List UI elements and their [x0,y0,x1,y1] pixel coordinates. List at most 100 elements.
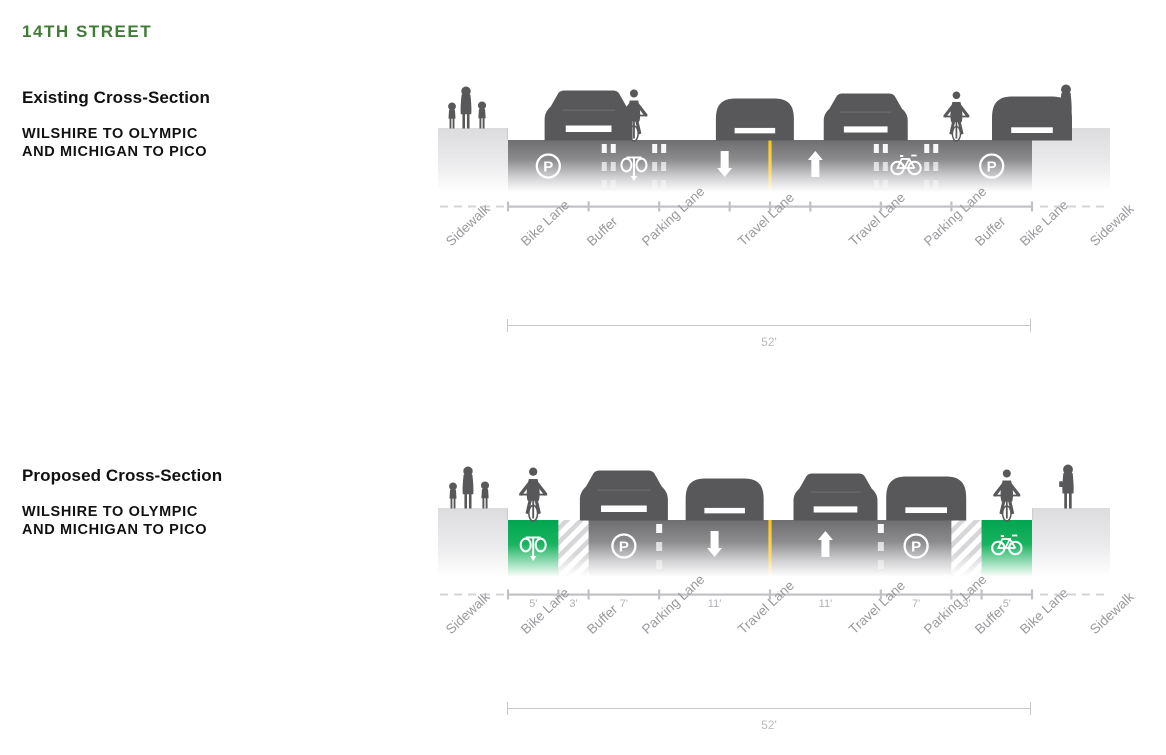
travel-car-left-windshield [734,127,776,134]
pedestrian-child-left-a-leg-left [450,498,453,509]
lane-line-0-dash [656,542,663,551]
centerline-yellow [768,140,772,192]
ruler-tick-0 [506,589,510,600]
dimension-label: 3' [569,598,578,610]
dash [496,593,504,596]
proposed-section-subheading: WILSHIRE TO OLYMPIC AND MICHIGAN TO PICO [22,504,207,539]
buffer-line-0-a-dash [601,180,607,188]
buffer-line-0-b-dash [610,144,616,153]
buffer-line-1-b-dash [661,144,667,153]
buffer-line-1-a-dash [652,180,658,188]
proposed-total-width-dimension: 52' [507,702,1031,736]
buffer-line-1-b-dash [661,180,667,188]
buffer-line-2-b-dash [882,180,888,188]
parked-car-left [544,90,633,141]
parking-lane-left-parking-icon-letter: P [543,159,553,176]
parking-lane-left-parking-icon-letter: P [619,539,629,556]
pedestrian-adult-right-bag [1059,481,1063,487]
centerline-yellow [768,520,772,577]
buffer-line-2-b-dash [882,144,888,153]
dash [1096,593,1104,596]
curb-left [506,128,508,140]
pedestrian-child-left-a-torso [448,108,456,119]
existing-section-subheading: WILSHIRE TO OLYMPIC AND MICHIGAN TO PICO [22,126,207,161]
ruler-tick-2 [587,589,590,600]
dash [1040,593,1048,596]
lane-line-1-dash [877,542,884,551]
buffer-line-2-a-dash [873,162,879,171]
pedestrian-adult-left-leg-left [464,493,468,509]
proposed-subheading-line-2: AND MICHIGAN TO PICO [22,521,208,538]
existing-figures [448,84,1072,142]
pedestrian-adult-right-torso [1060,91,1072,114]
proposed-centerline [768,520,772,577]
proposed-subheading-line-1: WILSHIRE TO OLYMPIC [22,504,198,520]
existing-subheading-line-2: AND MICHIGAN TO PICO [22,143,208,160]
pedestrian-adult-left-torso [462,473,474,495]
buffer-line-2-a-dash [873,144,879,153]
proposed-cross-section-diagram: PP [438,462,1110,577]
buffer-left-fade [558,520,589,577]
parked-car-left-roof-line [562,109,616,112]
pedestrian-child-left-b [480,481,490,509]
pedestrian-child-left-b-leg-left [479,117,482,129]
pedestrian-child-left-a [448,102,456,129]
pedestrian-child-left-a-leg-left [449,118,452,129]
existing-total-width-dimension: 52' [507,319,1031,353]
proposed-total-width-value: 52' [761,718,777,732]
pedestrian-child-left-b-leg-right [485,497,488,509]
pedestrian-child-left-b-torso [478,107,486,119]
street-title: 14TH STREET [22,22,153,41]
buffer-line-1-a-dash [652,162,658,171]
existing-svg: PP [438,84,1110,192]
parked-car-right [886,476,967,521]
dimension-bar [507,708,1031,709]
lane-line-1-dash [877,524,884,533]
dimension-label: 7' [619,598,628,610]
street-cross-section-page: 14TH STREET Existing Cross-Section WILSH… [0,0,1166,755]
existing-lane-labels: Sidewalk Bike Lane Buffer Parking Lane Trave… [438,184,1138,312]
pedestrian-adult-left-leg-right [466,113,470,129]
lane-line-1-dash [877,560,884,569]
buffer-line-0-b-dash [610,180,616,188]
ruler-tick-0 [506,201,510,212]
travel-car-right [823,93,908,141]
dash [496,205,504,208]
buffer-line-1-a-dash [652,144,658,153]
dash [1040,205,1048,208]
buffer-line-0-a-dash [601,162,607,171]
travel-car-right-roof-line [840,111,891,113]
dimension-bar [507,325,1031,326]
travel-car-right-windshield [843,126,888,133]
curb-left [506,508,508,520]
pedestrian-adult-left-torso [460,93,472,115]
ruler-tick-3 [728,201,731,212]
proposed-lane-labels: Sidewalk Bike Lane Buffer Parking Lane Trave… [438,572,1138,700]
travel-car-right-windshield [813,506,858,513]
pedestrian-adult-right-leg-left [1062,112,1065,129]
parking-lane-right-parking-icon-letter: P [987,159,997,176]
travel-car-right-roof-line [810,491,861,493]
ruler-tick-1 [587,201,590,212]
proposed-section-heading: Proposed Cross-Section [22,466,223,485]
pedestrian-adult-right-leg-left [1064,492,1067,509]
lane-line-0-dash [656,524,663,533]
dash [440,205,448,208]
cyclist-left-head [529,467,538,476]
buffer-line-3-a-dash [924,162,930,171]
dash [440,593,448,596]
dash [1082,593,1090,596]
dimension-label: 7' [912,598,921,610]
pedestrian-child-left-a-leg-right [453,498,456,509]
dimension-cap-right [1030,702,1031,715]
pedestrian-adult-right [1059,464,1074,509]
parked-car-left-windshield [565,125,612,132]
travel-car-left [715,98,794,141]
ruler-tick-7 [980,589,983,600]
pedestrian-child-left-a [449,482,457,509]
travel-car-right [793,473,878,521]
pedestrian-adult-right-leg-right [1066,112,1070,129]
sidewalk-left-surface [438,508,508,577]
pedestrian-child-left-b-leg-right [482,117,485,129]
cyclist-right-head [952,91,961,100]
